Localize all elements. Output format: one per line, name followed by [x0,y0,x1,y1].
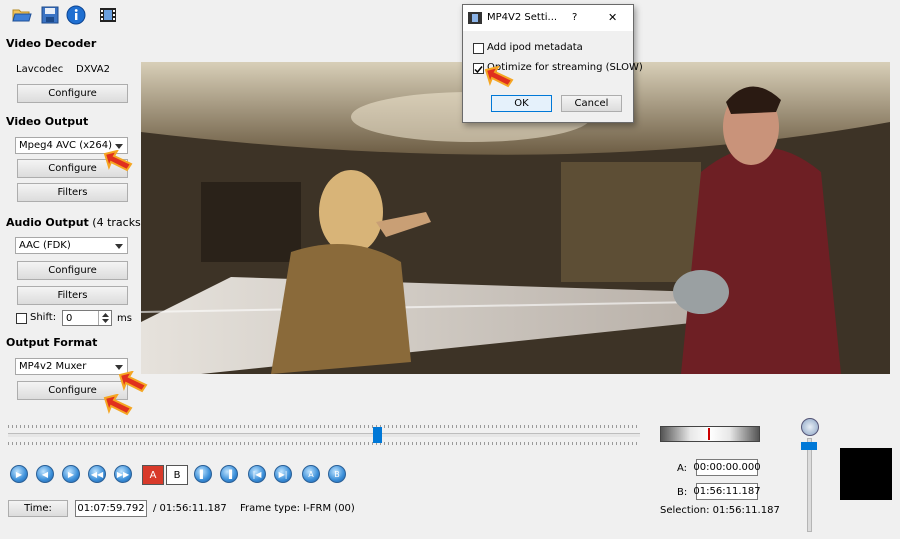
save-icon[interactable] [38,4,62,26]
seek-slider[interactable] [8,425,640,445]
goto-end-button[interactable]: ▶| [274,465,292,483]
chevron-down-icon [115,244,123,249]
total-time-label: / 01:56:11.187 [153,503,227,514]
audio-output-filters-button[interactable]: Filters [17,286,128,305]
decoder-label: Lavcodec [16,64,64,75]
selection-duration-label: Selection: 01:56:11.187 [660,505,780,516]
marker-b-time-field: 01:56:11.187 [693,483,761,500]
marker-b-time-label: B: [677,487,688,498]
optimize-streaming-checkbox[interactable] [473,63,484,74]
audio-codec-select[interactable]: AAC (FDK) [15,237,128,254]
marker-a-label: A [149,469,157,481]
mini-preview [840,448,892,500]
checkmark-icon [474,66,483,74]
marker-b-label: B [173,469,181,481]
audio-output-configure-button[interactable]: Configure [17,261,128,280]
open-folder-icon[interactable] [10,4,34,26]
audio-codec-value: AAC (FDK) [19,240,71,251]
film-icon [468,12,482,24]
audio-output-header: Audio Output (4 tracks) [6,216,145,229]
rewind-button[interactable]: ◀ [36,465,54,483]
chevron-down-icon [115,365,123,370]
add-ipod-metadata-label: Add ipod metadata [487,42,583,53]
output-format-select[interactable]: MP4v2 Muxer [15,358,128,375]
jog-shuttle-indicator [708,428,710,440]
next-black-frame-button[interactable]: ▐ [220,465,238,483]
shift-label: Shift: [30,312,57,323]
goto-marker-b-button[interactable]: B [328,465,346,483]
volume-slider[interactable] [807,438,812,532]
video-decoder-configure-button[interactable]: Configure [17,84,128,103]
prev-black-frame-button[interactable]: ▌ [194,465,212,483]
help-button[interactable]: ? [572,12,577,23]
dialog-title: MP4V2 Setti... [487,12,558,23]
play-button[interactable]: ▶ [10,465,28,483]
shift-checkbox[interactable] [16,313,27,324]
prev-keyframe-button[interactable]: ◀◀ [88,465,106,483]
shift-spinner[interactable] [98,311,112,325]
dialog-titlebar: MP4V2 Setti... ? ✕ [463,5,633,31]
shift-value: 0 [66,312,73,324]
time-button[interactable]: Time: [8,500,68,517]
forward-button[interactable]: ▶ [62,465,80,483]
add-ipod-metadata-checkbox[interactable] [473,43,484,54]
mp4v2-settings-dialog: MP4V2 Setti... ? ✕ Add ipod metadata Opt… [462,4,643,123]
toolbar [0,0,900,30]
next-keyframe-button[interactable]: ▶▶ [114,465,132,483]
output-format-title: Output Format [6,336,98,349]
goto-start-button[interactable]: |◀ [248,465,266,483]
close-button[interactable]: ✕ [608,11,617,24]
pointer-arrow-icon [484,66,514,88]
video-codec-value: Mpeg4 AVC (x264) [19,140,113,151]
video-output-filters-button[interactable]: Filters [17,183,128,202]
shift-unit: ms [117,313,132,324]
video-output-title: Video Output [6,115,89,128]
set-marker-a-button[interactable]: A [142,465,164,485]
ok-button[interactable]: OK [491,95,552,112]
volume-slider-thumb[interactable] [801,442,817,450]
output-format-value: MP4v2 Muxer [19,361,87,372]
seek-slider-thumb[interactable] [373,427,382,443]
pointer-arrow-icon [118,371,148,393]
audio-output-title: Audio Output [6,216,89,229]
decoder-value: DXVA2 [76,64,110,75]
frame-type-label: Frame type: I-FRM (00) [240,503,355,514]
current-time-field[interactable]: 01:07:59.792 [75,500,147,517]
cancel-button[interactable]: Cancel [561,95,622,112]
marker-a-time-field: 00:00:00.000 [693,459,761,476]
film-icon[interactable] [96,4,120,26]
pointer-arrow-icon [103,394,133,416]
chevron-down-icon [115,144,123,149]
audio-tracks-count: (4 tracks) [92,216,146,229]
set-marker-b-button[interactable]: B [166,465,188,485]
pointer-arrow-icon [103,150,133,172]
video-decoder-title: Video Decoder [6,37,97,50]
marker-a-time-label: A: [677,463,688,474]
goto-marker-a-button[interactable]: A [302,465,320,483]
speaker-icon[interactable] [801,418,819,436]
jog-shuttle[interactable] [660,426,760,442]
info-icon[interactable] [64,4,88,26]
